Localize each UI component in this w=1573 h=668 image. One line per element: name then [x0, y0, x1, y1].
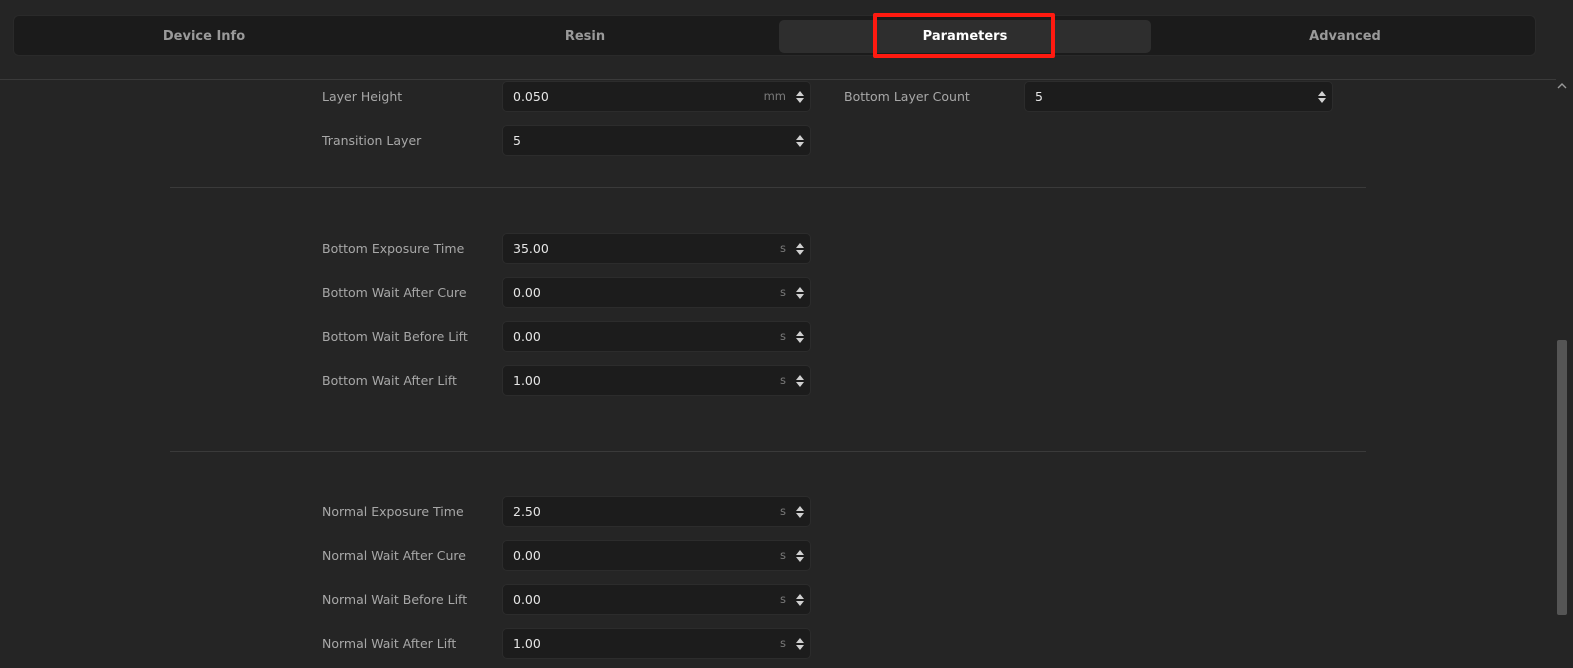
tab-resin[interactable]: Resin [399, 20, 771, 53]
bottom-wait-after-lift-label: Bottom Wait After Lift [322, 373, 457, 388]
parameters-page: Device Info Resin Parameters Advanced La… [0, 0, 1573, 668]
scrollbar-thumb[interactable] [1557, 340, 1567, 615]
normal-wait-after-lift-field[interactable]: 1.00 s [502, 628, 811, 659]
bottom-wait-before-lift-field[interactable]: 0.00 s [502, 321, 811, 352]
header-divider [0, 79, 1556, 80]
normal-exposure-time-field[interactable]: 2.50 s [502, 496, 811, 527]
layer-height-field[interactable]: 0.050 mm [502, 81, 811, 112]
spin-updown-icon[interactable] [796, 287, 804, 299]
normal-wait-after-cure-label: Normal Wait After Cure [322, 548, 466, 563]
bottom-exposure-time-value: 35.00 [513, 241, 549, 256]
spin-updown-icon[interactable] [796, 375, 804, 387]
tab-parameters[interactable]: Parameters [779, 20, 1151, 53]
spin-updown-icon[interactable] [1318, 91, 1326, 103]
bottom-wait-after-cure-field[interactable]: 0.00 s [502, 277, 811, 308]
bottom-exposure-time-label: Bottom Exposure Time [322, 241, 465, 256]
normal-wait-before-lift-value: 0.00 [513, 592, 541, 607]
bottom-wait-before-lift-label: Bottom Wait Before Lift [322, 329, 468, 344]
normal-exposure-time-unit: s [780, 504, 786, 518]
normal-wait-after-cure-value: 0.00 [513, 548, 541, 563]
spin-updown-icon[interactable] [796, 594, 804, 606]
normal-wait-after-lift-value: 1.00 [513, 636, 541, 651]
normal-wait-after-lift-unit: s [780, 636, 786, 650]
normal-exposure-time-label: Normal Exposure Time [322, 504, 464, 519]
spin-updown-icon[interactable] [796, 135, 804, 147]
bottom-wait-before-lift-unit: s [780, 329, 786, 343]
transition-layer-value: 5 [513, 133, 521, 148]
bottom-layer-count-value: 5 [1035, 89, 1043, 104]
section-divider [170, 451, 1366, 452]
normal-wait-before-lift-unit: s [780, 592, 786, 606]
bottom-layer-count-label: Bottom Layer Count [844, 89, 970, 104]
tab-bar: Device Info Resin Parameters Advanced [13, 15, 1536, 56]
normal-wait-before-lift-label: Normal Wait Before Lift [322, 592, 468, 607]
section-divider [170, 187, 1366, 188]
spin-updown-icon[interactable] [796, 243, 804, 255]
bottom-wait-after-cure-unit: s [780, 285, 786, 299]
bottom-wait-after-cure-value: 0.00 [513, 285, 541, 300]
spin-updown-icon[interactable] [796, 331, 804, 343]
bottom-wait-after-lift-value: 1.00 [513, 373, 541, 388]
chevron-up-icon[interactable] [1557, 80, 1567, 92]
tab-advanced[interactable]: Advanced [1159, 20, 1531, 53]
layer-height-label: Layer Height [322, 89, 403, 104]
tab-device-info[interactable]: Device Info [18, 20, 390, 53]
bottom-exposure-time-field[interactable]: 35.00 s [502, 233, 811, 264]
bottom-wait-after-cure-label: Bottom Wait After Cure [322, 285, 467, 300]
normal-wait-after-cure-field[interactable]: 0.00 s [502, 540, 811, 571]
normal-wait-after-lift-label: Normal Wait After Lift [322, 636, 457, 651]
normal-wait-before-lift-field[interactable]: 0.00 s [502, 584, 811, 615]
bottom-wait-after-lift-unit: s [780, 373, 786, 387]
bottom-wait-after-lift-field[interactable]: 1.00 s [502, 365, 811, 396]
layer-height-unit: mm [763, 89, 786, 103]
normal-exposure-time-value: 2.50 [513, 504, 541, 519]
bottom-wait-before-lift-value: 0.00 [513, 329, 541, 344]
layer-height-value: 0.050 [513, 89, 549, 104]
spin-updown-icon[interactable] [796, 638, 804, 650]
bottom-layer-count-field[interactable]: 5 [1024, 81, 1333, 112]
spin-updown-icon[interactable] [796, 550, 804, 562]
transition-layer-field[interactable]: 5 [502, 125, 811, 156]
transition-layer-label: Transition Layer [322, 133, 422, 148]
bottom-exposure-time-unit: s [780, 241, 786, 255]
spin-updown-icon[interactable] [796, 91, 804, 103]
spin-updown-icon[interactable] [796, 506, 804, 518]
normal-wait-after-cure-unit: s [780, 548, 786, 562]
